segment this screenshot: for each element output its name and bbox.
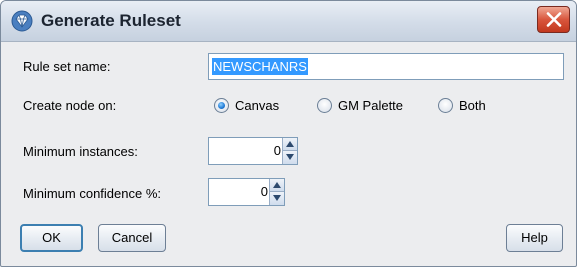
radio-selected-dot <box>218 102 225 109</box>
min-instances-value: 0 <box>273 143 281 158</box>
spin-arrows <box>269 179 284 205</box>
cancel-button[interactable]: Cancel <box>98 224 166 252</box>
radio-gm-palette-label: GM Palette <box>338 98 404 113</box>
min-confidence-label: Minimum confidence %: <box>23 186 161 201</box>
close-x-icon <box>546 12 562 27</box>
radio-both-label: Both <box>459 98 486 113</box>
spin-down-button[interactable] <box>283 151 297 164</box>
radio-circle <box>317 98 332 113</box>
close-button[interactable] <box>537 6 570 33</box>
ok-button[interactable]: OK <box>20 224 83 252</box>
min-instances-label: Minimum instances: <box>23 144 138 159</box>
min-instances-stepper[interactable]: 0 <box>208 137 298 165</box>
create-node-label: Create node on: <box>23 98 117 113</box>
diamond-gem-icon <box>11 10 33 32</box>
spin-up-icon <box>286 141 294 147</box>
spin-down-icon <box>286 154 294 160</box>
dialog-title: Generate Ruleset <box>41 11 181 30</box>
generate-ruleset-dialog: Generate Ruleset Rule set name: NEWSCHAN… <box>0 0 577 267</box>
spin-up-button[interactable] <box>270 179 284 192</box>
title-bar[interactable]: Generate Ruleset <box>1 1 576 42</box>
rule-set-name-input[interactable]: NEWSCHANRS <box>208 53 564 80</box>
min-confidence-stepper[interactable]: 0 <box>208 178 285 206</box>
radio-circle <box>214 98 229 113</box>
spin-down-icon <box>273 195 281 201</box>
radio-circle <box>438 98 453 113</box>
spin-down-button[interactable] <box>270 192 284 205</box>
radio-canvas-label: Canvas <box>235 98 280 113</box>
help-button[interactable]: Help <box>506 224 563 252</box>
spin-up-button[interactable] <box>283 138 297 151</box>
spin-up-icon <box>273 182 281 188</box>
min-confidence-value: 0 <box>260 184 268 199</box>
rule-set-name-label: Rule set name: <box>23 59 111 74</box>
spin-arrows <box>282 138 297 164</box>
rule-set-name-value: NEWSCHANRS <box>212 58 308 75</box>
